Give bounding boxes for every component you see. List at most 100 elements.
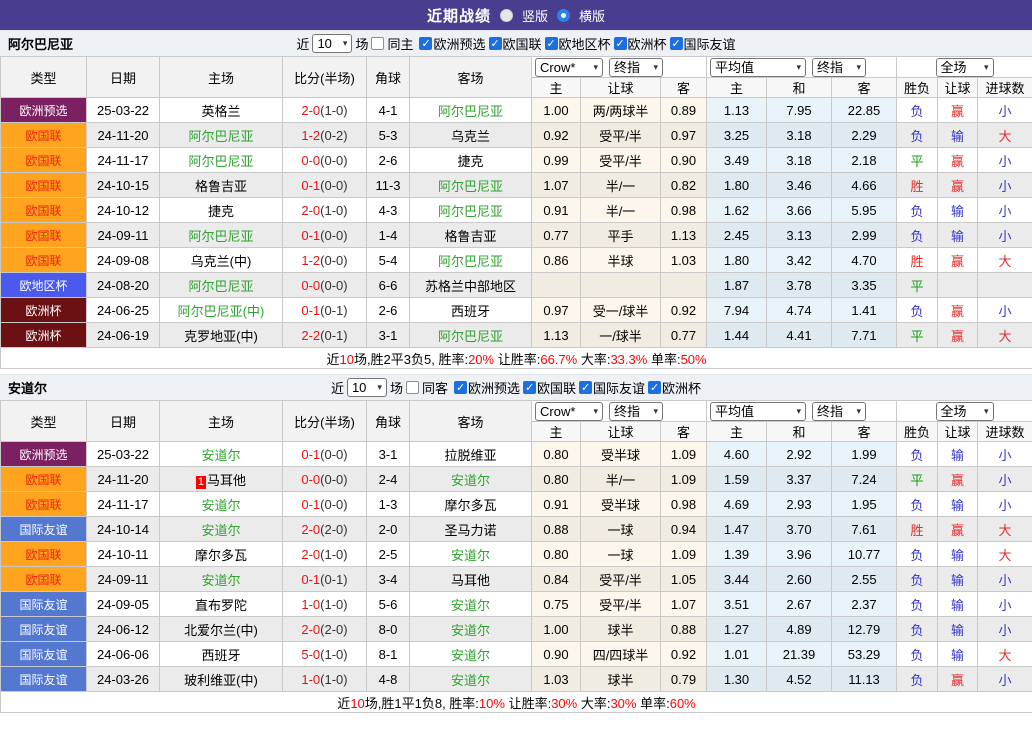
league-checkbox[interactable] [670,37,683,50]
home-team-link[interactable]: 格鲁吉亚 [195,179,247,194]
home-team-link[interactable]: 乌克兰(中) [191,254,252,269]
euro-avg-select[interactable]: 平均值▾ [710,58,806,77]
same-away-checkbox[interactable] [406,381,419,394]
away-team-link[interactable]: 摩尔多瓦 [444,498,496,513]
away-team-link[interactable]: 安道尔 [451,623,490,638]
handicap-line-cell: 半球 [581,248,661,273]
euro-final-select[interactable]: 终指▾ [812,58,866,77]
corner-cell: 2-6 [367,298,410,323]
home-team-link[interactable]: 克罗地亚(中) [184,329,258,344]
home-team-link[interactable]: 马耳他 [207,473,246,488]
away-team-link[interactable]: 乌克兰 [451,129,490,144]
handicap-home-odds-cell: 0.90 [532,642,581,667]
result-goals-cell: 大 [978,517,1032,542]
away-team-link[interactable]: 苏格兰中部地区 [425,279,516,294]
result-goals-cell: 大 [978,323,1032,348]
league-checkbox[interactable] [523,381,536,394]
home-team-cell: 安道尔 [160,442,283,467]
home-team-link[interactable]: 安道尔 [201,498,240,513]
col-header-score: 比分(半场) [283,57,367,98]
league-checkbox[interactable] [648,381,661,394]
handicap-final-select[interactable]: 终指▾ [609,402,663,421]
chevron-down-icon: ▾ [796,60,801,75]
away-team-link[interactable]: 安道尔 [451,548,490,563]
league-checkbox[interactable] [579,381,592,394]
home-team-link[interactable]: 阿尔巴尼亚 [188,154,253,169]
recent-count-select[interactable]: 10▾ [347,378,387,397]
match-type-cell: 国际友谊 [1,517,87,542]
home-team-link[interactable]: 玻利维亚(中) [184,673,258,688]
home-team-link[interactable]: 安道尔 [201,523,240,538]
away-team-link[interactable]: 安道尔 [451,673,490,688]
result-wdl-cell: 负 [897,542,938,567]
home-team-cell: 1马耳他 [160,467,283,492]
home-team-link[interactable]: 捷克 [208,204,234,219]
away-team-link[interactable]: 安道尔 [451,473,490,488]
score-cell: 0-0(0-0) [283,273,367,298]
match-date-cell: 24-11-20 [87,467,160,492]
handicap-source-select[interactable]: Crow*▾ [535,58,603,77]
avg-home-odds-cell: 1.30 [707,667,767,692]
result-handicap-cell: 赢 [938,517,978,542]
result-wdl-cell: 平 [897,323,938,348]
away-team-link[interactable]: 马耳他 [451,573,490,588]
league-checkbox[interactable] [419,37,432,50]
home-team-link[interactable]: 阿尔巴尼亚 [188,229,253,244]
corner-cell: 4-3 [367,198,410,223]
home-team-link[interactable]: 摩尔多瓦 [195,548,247,563]
result-goals-cell: 小 [978,592,1032,617]
sub-header-goals: 进球数 [978,422,1032,442]
same-home-checkbox[interactable] [371,37,384,50]
home-team-cell: 格鲁吉亚 [160,173,283,198]
handicap-home-odds-cell: 0.99 [532,148,581,173]
away-team-link[interactable]: 拉脱维亚 [444,448,496,463]
away-team-link[interactable]: 圣马力诺 [444,523,496,538]
home-team-link[interactable]: 阿尔巴尼亚(中) [178,304,265,319]
avg-home-odds-cell: 7.94 [707,298,767,323]
vertical-layout-radio[interactable] [500,9,513,22]
full-match-select[interactable]: 全场▾ [936,58,994,77]
away-team-link[interactable]: 阿尔巴尼亚 [438,254,503,269]
home-team-link[interactable]: 西班牙 [201,648,240,663]
away-team-link[interactable]: 安道尔 [451,648,490,663]
home-team-link[interactable]: 英格兰 [201,104,240,119]
match-type-cell: 欧国联 [1,173,87,198]
away-team-link[interactable]: 阿尔巴尼亚 [438,179,503,194]
league-checkbox[interactable] [545,37,558,50]
league-checkbox[interactable] [614,37,627,50]
avg-draw-odds-cell: 2.67 [767,592,832,617]
away-team-link[interactable]: 安道尔 [451,598,490,613]
handicap-source-select[interactable]: Crow*▾ [535,402,603,421]
score-cell: 1-0(1-0) [283,592,367,617]
home-team-link[interactable]: 安道尔 [201,448,240,463]
avg-away-odds-cell: 7.61 [832,517,897,542]
avg-away-odds-cell: 1.99 [832,442,897,467]
away-team-link[interactable]: 格鲁吉亚 [444,229,496,244]
euro-final-select[interactable]: 终指▾ [812,402,866,421]
away-team-link[interactable]: 西班牙 [451,304,490,319]
summary-text: 30% [610,696,636,711]
home-team-link[interactable]: 直布罗陀 [195,598,247,613]
home-team-link[interactable]: 安道尔 [201,573,240,588]
result-goals-cell: 大 [978,248,1032,273]
handicap-home-odds-cell: 0.97 [532,298,581,323]
league-checkbox[interactable] [489,37,502,50]
home-team-link[interactable]: 北爱尔兰(中) [184,623,258,638]
recent-count-select[interactable]: 10▾ [312,34,352,53]
chevron-down-icon: ▾ [593,404,598,419]
handicap-final-select[interactable]: 终指▾ [609,58,663,77]
away-team-link[interactable]: 捷克 [457,154,483,169]
euro-avg-select[interactable]: 平均值▾ [710,402,806,421]
home-team-link[interactable]: 阿尔巴尼亚 [188,129,253,144]
away-team-link[interactable]: 阿尔巴尼亚 [438,204,503,219]
col-header-home: 主场 [160,401,283,442]
result-goals-cell: 小 [978,467,1032,492]
horizontal-layout-radio[interactable] [557,9,570,22]
handicap-line-cell: 球半 [581,667,661,692]
home-team-link[interactable]: 阿尔巴尼亚 [188,279,253,294]
away-team-link[interactable]: 阿尔巴尼亚 [438,104,503,119]
result-wdl-cell: 负 [897,617,938,642]
full-match-select[interactable]: 全场▾ [936,402,994,421]
league-checkbox[interactable] [454,381,467,394]
away-team-link[interactable]: 阿尔巴尼亚 [438,329,503,344]
